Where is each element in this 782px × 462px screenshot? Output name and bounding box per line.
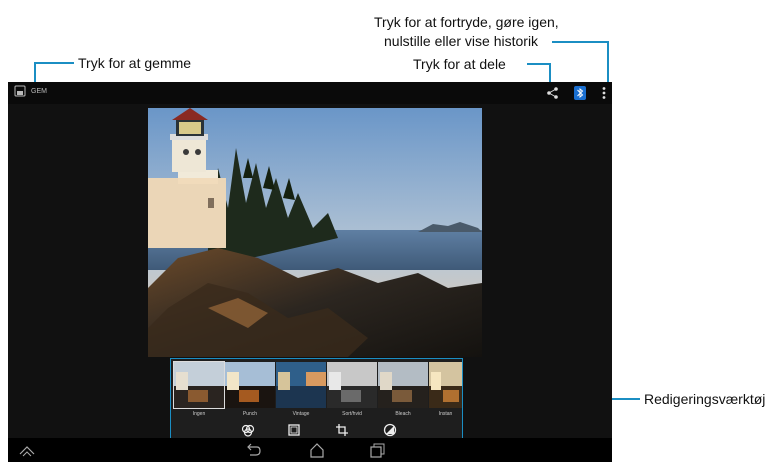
- callout-tools: Redigeringsværktøj: [644, 391, 766, 407]
- filter-label-bleach: Bleach: [395, 411, 411, 417]
- bluetooth-icon: [574, 86, 586, 100]
- share-icon: [547, 87, 558, 99]
- crop-icon[interactable]: [335, 423, 349, 437]
- frame-icon[interactable]: [287, 423, 301, 437]
- system-nav-bar: [8, 438, 612, 462]
- filter-label-sorthvid: Sort/hvid: [342, 411, 362, 417]
- editing-tools-panel: Ingen Punch Vintage Sort/hvid Bleach Ins…: [170, 358, 463, 445]
- filter-thumb-instan[interactable]: [429, 362, 462, 408]
- filter-label-vintage: Vintage: [292, 411, 310, 417]
- tablet-screen: GEM Ingen Punch Vintage Sort/hvid Bleach…: [8, 82, 612, 462]
- callout-save-line-v: [34, 62, 36, 84]
- callout-share-line-v: [549, 63, 551, 84]
- filter-label-punch: Punch: [242, 411, 258, 417]
- callout-share-line-h: [527, 63, 550, 65]
- save-button[interactable]: GEM: [14, 85, 47, 97]
- action-bar: GEM: [8, 82, 612, 104]
- callout-share: Tryk for at dele: [413, 56, 506, 72]
- save-label: GEM: [31, 87, 47, 95]
- bluetooth-button[interactable]: [571, 84, 589, 102]
- callout-undo-line2: nulstille eller vise historik: [384, 33, 539, 49]
- collapse-icon[interactable]: [18, 442, 36, 458]
- filter-label-ingen: Ingen: [192, 411, 206, 417]
- overflow-menu-icon: [602, 87, 606, 99]
- callout-save: Tryk for at gemme: [78, 55, 192, 71]
- callout-undo-line1: Tryk for at fortryde, gøre igen,: [374, 14, 559, 30]
- filter-icon[interactable]: [241, 423, 255, 437]
- filter-thumb-sorthvid[interactable]: [327, 362, 377, 408]
- save-icon: [14, 85, 26, 97]
- share-button[interactable]: [544, 84, 562, 102]
- callout-undo-line-h: [552, 41, 608, 43]
- adjust-icon[interactable]: [383, 423, 397, 437]
- callout-undo-line-v: [607, 41, 609, 83]
- back-icon[interactable]: [244, 442, 262, 458]
- home-icon[interactable]: [308, 442, 326, 458]
- filter-thumb-punch[interactable]: [225, 362, 275, 408]
- filter-label-instan: Instan: [438, 411, 453, 417]
- edited-photo: [148, 108, 482, 357]
- filter-thumb-bleach[interactable]: [378, 362, 428, 408]
- filter-thumb-ingen[interactable]: [173, 361, 225, 409]
- overflow-menu-button[interactable]: [598, 84, 610, 102]
- recent-apps-icon[interactable]: [368, 442, 386, 458]
- callout-save-line-h: [34, 62, 74, 64]
- filter-thumb-vintage[interactable]: [276, 362, 326, 408]
